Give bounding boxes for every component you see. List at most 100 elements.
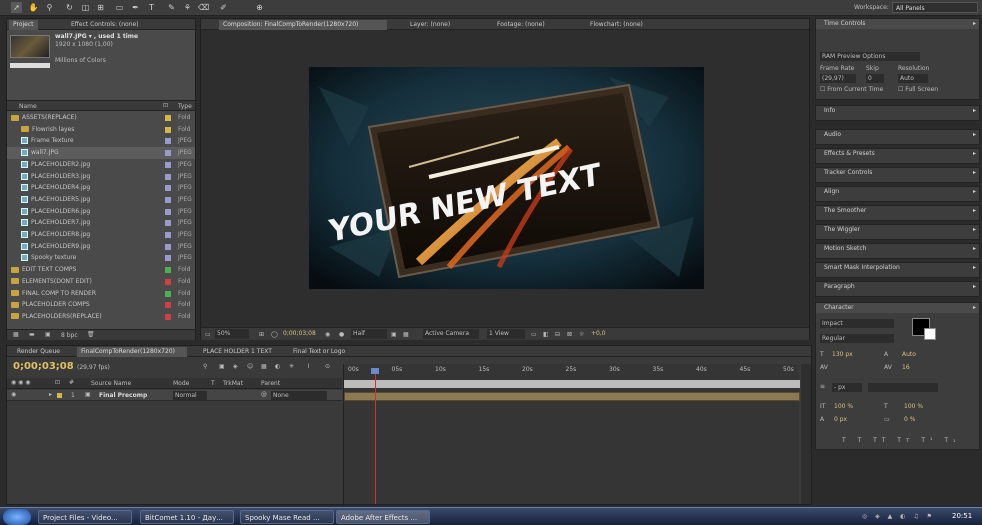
brush-tool-icon[interactable]: ✎ xyxy=(166,2,177,13)
leading-value[interactable]: Auto xyxy=(902,351,916,358)
channel-icon[interactable]: ● xyxy=(339,331,344,338)
layer-mode-select[interactable]: Normal xyxy=(173,391,207,400)
layer-duration-bar[interactable] xyxy=(344,392,800,401)
exposure-value[interactable]: +0,0 xyxy=(591,330,606,337)
flowchart-icon[interactable]: ⊠ xyxy=(567,331,572,338)
list-item[interactable]: PLACEHOLDER4.jpg JPEG xyxy=(7,182,195,194)
interpret-footage-icon[interactable]: ▦ xyxy=(13,331,19,338)
panel-menu-icon[interactable]: ▸ xyxy=(973,19,976,29)
taskbar-item[interactable]: BitComet 1.10 - Дау... xyxy=(140,510,234,524)
resolution-select-rp[interactable]: Auto xyxy=(898,74,928,83)
from-current-checkbox[interactable]: ☐ From Current Time xyxy=(820,86,883,93)
composition-viewer[interactable]: YOUR NEW TEXT xyxy=(309,67,704,289)
panel-menu-icon[interactable]: ▸ xyxy=(973,187,976,197)
collapsed-panel[interactable]: The Smoother ▸ xyxy=(815,205,980,221)
panel-menu-icon[interactable]: ▸ xyxy=(973,282,976,292)
camera-select[interactable]: Active Camera xyxy=(423,329,479,339)
tracking-value[interactable]: 16 xyxy=(902,364,910,371)
layer-label-swatch[interactable] xyxy=(57,393,62,398)
layer-expand-icon[interactable]: ▸ xyxy=(49,391,52,398)
text-style-buttons[interactable]: T T TT Tт T¹ T₁ xyxy=(842,437,960,444)
collapsed-panel-header[interactable]: Paragraph ▸ xyxy=(816,282,979,292)
tab-layer[interactable]: Layer: (none) xyxy=(406,20,454,30)
font-select[interactable]: Impact xyxy=(820,319,894,328)
collapsed-panel[interactable]: Smart Mask Interpolation ▸ xyxy=(815,262,980,278)
selection-tool-icon[interactable]: ➚ xyxy=(11,2,22,13)
new-folder-icon[interactable]: ▬ xyxy=(29,331,35,338)
tab-placeholder-text[interactable]: PLACE HOLDER 1 TEXT xyxy=(199,347,276,357)
frame-blending-icon[interactable]: ▦ xyxy=(261,363,267,370)
tab-final-comp[interactable]: FinalCompToRender(1280x720) xyxy=(77,347,187,357)
resolution-select[interactable]: Half xyxy=(351,329,387,339)
views-select[interactable]: 1 View xyxy=(487,329,525,339)
playhead-handle[interactable] xyxy=(371,368,379,374)
list-item[interactable]: Flowrish layes Fold xyxy=(7,124,195,136)
label-swatch[interactable] xyxy=(165,161,171,168)
current-time-indicator[interactable] xyxy=(375,370,376,504)
list-item[interactable]: PLACEHOLDER COMPS Fold xyxy=(7,299,195,311)
stroke-width-value[interactable]: - px xyxy=(832,383,862,392)
col-name[interactable]: Name xyxy=(19,103,37,110)
col-type[interactable]: Type xyxy=(178,103,192,110)
col-trkmat[interactable]: TrkMat xyxy=(223,380,243,387)
label-swatch[interactable] xyxy=(165,150,171,157)
style-select[interactable]: Regular xyxy=(820,334,894,343)
col-t[interactable]: T xyxy=(211,380,215,387)
stroke-style-select[interactable] xyxy=(868,383,938,392)
collapsed-panel-header[interactable]: Smart Mask Interpolation ▸ xyxy=(816,263,979,273)
taskbar-item[interactable]: Spooky Mase Read ... xyxy=(240,510,334,524)
col-source-name[interactable]: Source Name xyxy=(91,380,131,387)
layer-name[interactable]: Final Precomp xyxy=(99,392,147,399)
collapsed-panel-header[interactable]: Tracker Controls ▸ xyxy=(816,168,979,178)
panel-menu-icon[interactable]: ▸ xyxy=(973,130,976,140)
tab-composition[interactable]: Composition: FinalCompToRender(1280x720) xyxy=(219,20,387,30)
list-item[interactable]: Spooky texture JPEG xyxy=(7,252,195,264)
taskbar-item[interactable]: Adobe After Effects ... xyxy=(336,510,430,524)
collapsed-panel-header[interactable]: Effects & Presets ▸ xyxy=(816,149,979,159)
camera-tool-icon[interactable]: ◫ xyxy=(80,2,91,13)
workspace-select[interactable]: All Panels xyxy=(892,2,978,13)
mask-tool-icon[interactable]: ▭ xyxy=(114,2,125,13)
list-item[interactable]: PLACEHOLDER6.jpg JPEG xyxy=(7,206,195,218)
col-parent[interactable]: Parent xyxy=(261,380,280,387)
label-swatch[interactable] xyxy=(165,185,171,192)
label-swatch[interactable] xyxy=(165,173,171,180)
skip-select[interactable]: 0 xyxy=(866,74,884,83)
timeline-timecode[interactable]: 0;00;03;08 xyxy=(13,361,74,372)
list-item[interactable]: PLACEHOLDER8.jpg JPEG xyxy=(7,229,195,241)
timeline-area[interactable]: 00s 05s 10s 15s 20s 25s 30s 35s 40s 45s 50s xyxy=(343,364,800,504)
panel-menu-icon[interactable]: ▸ xyxy=(973,263,976,273)
layer-row[interactable]: ◉ ▸ 1 ▣ Final Precomp Normal @ None xyxy=(7,390,342,401)
list-item[interactable]: PLACEHOLDER7.jpg JPEG xyxy=(7,217,195,229)
label-swatch[interactable] xyxy=(165,196,171,203)
collapsed-panel-header[interactable]: The Wiggler ▸ xyxy=(816,225,979,235)
list-item[interactable]: wall7.JPG JPEG xyxy=(7,147,195,159)
tab-footage[interactable]: Footage: (none) xyxy=(493,20,549,30)
panel-menu-icon[interactable]: ▸ xyxy=(973,168,976,178)
bpc-label[interactable]: 8 bpc xyxy=(61,332,78,339)
list-item[interactable]: Frame Texture JPEG xyxy=(7,135,195,147)
stroke-color-swatch[interactable] xyxy=(924,328,936,340)
font-size-value[interactable]: 130 px xyxy=(832,351,853,358)
baseline-value[interactable]: 0 px xyxy=(834,416,847,423)
reset-exposure-icon[interactable]: ☼ xyxy=(579,331,584,338)
list-item[interactable]: PLACEHOLDER9.jpg JPEG xyxy=(7,241,195,253)
zoom-select[interactable]: 50% xyxy=(215,329,249,339)
collapsed-panel[interactable]: Paragraph ▸ xyxy=(815,281,980,297)
list-item[interactable]: ASSETS(REPLACE) Fold xyxy=(7,112,195,124)
tab-effect-controls[interactable]: Effect Controls: (none) xyxy=(67,20,143,30)
collapsed-panel[interactable]: Align ▸ xyxy=(815,186,980,202)
eraser-tool-icon[interactable]: ⌫ xyxy=(198,2,209,13)
panel-menu-icon[interactable]: ▸ xyxy=(973,106,976,116)
label-swatch[interactable] xyxy=(165,302,171,309)
graph-editor-icon[interactable]: ⌇ xyxy=(307,363,310,370)
start-button[interactable] xyxy=(3,509,31,525)
ram-preview-select[interactable]: RAM Preview Options xyxy=(820,52,920,61)
list-item[interactable]: FINAL COMP TO RENDER Fold xyxy=(7,288,195,300)
vscale-value[interactable]: 100 % xyxy=(834,403,853,410)
work-area-bar[interactable] xyxy=(344,380,800,388)
roto-brush-tool-icon[interactable]: ✐ xyxy=(218,2,229,13)
label-col-icon[interactable]: ⊡ xyxy=(163,102,168,109)
collapsed-panel-header[interactable]: The Smoother ▸ xyxy=(816,206,979,216)
list-item[interactable]: PLACEHOLDER5.jpg JPEG xyxy=(7,194,195,206)
